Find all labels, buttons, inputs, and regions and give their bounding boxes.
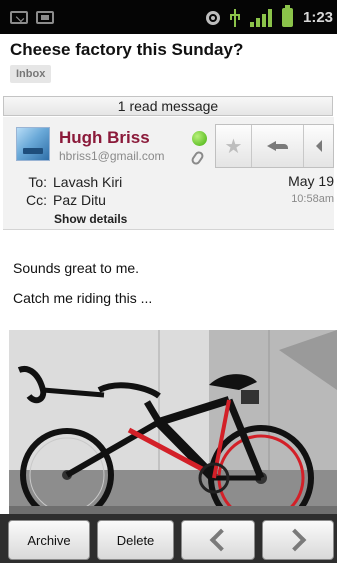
next-conversation-button[interactable]: [262, 520, 334, 560]
recipients: To: Lavash Kiri Cc: Paz Ditu: [16, 173, 122, 209]
cc-row: Cc: Paz Ditu: [16, 191, 122, 209]
usb-icon: [230, 8, 240, 27]
more-actions-button[interactable]: [304, 125, 333, 167]
sender-name: Hugh Briss: [59, 128, 150, 147]
cc-recipient: Paz Ditu: [53, 192, 106, 208]
sender-email: hbriss1@gmail.com: [59, 149, 165, 163]
label-chip-inbox[interactable]: Inbox: [10, 65, 52, 83]
bicycle-photo[interactable]: [9, 330, 337, 518]
reply-button[interactable]: [252, 125, 304, 167]
status-bar: 1:23: [0, 0, 337, 34]
conversation-subject: Cheese factory this Sunday?: [10, 40, 244, 59]
gps-icon: [206, 10, 220, 25]
star-button[interactable]: ★: [216, 125, 252, 167]
read-messages-bar[interactable]: 1 read message: [3, 96, 333, 116]
triangle-left-icon: [315, 140, 322, 152]
battery-icon: [282, 5, 293, 27]
delete-button[interactable]: Delete: [97, 520, 174, 560]
sender-avatar[interactable]: [16, 127, 50, 161]
conversation-header: Cheese factory this Sunday? Inbox: [0, 34, 337, 94]
message-time: 10:58am: [291, 193, 334, 205]
message-date: May 19: [288, 173, 334, 189]
gmail-notification-icon[interactable]: [10, 11, 28, 24]
bicycle-image: [9, 330, 337, 518]
body-line: Sounds great to me.: [13, 260, 140, 276]
to-label: To:: [28, 174, 47, 190]
reply-icon: [266, 139, 289, 153]
star-icon: ★: [224, 134, 243, 158]
message-body: Sounds great to me. Catch me riding this…: [13, 260, 152, 320]
signal-icon: [250, 8, 272, 27]
status-clock: 1:23: [303, 9, 334, 26]
picture-notification-icon[interactable]: [36, 11, 54, 24]
archive-button[interactable]: Archive: [8, 520, 90, 560]
body-line: Catch me riding this ...: [13, 290, 153, 306]
presence-indicator-icon: [192, 131, 207, 146]
message-header: Hugh Briss hbriss1@gmail.com ★ To: Lavas…: [3, 117, 334, 230]
bottom-action-bar: Archive Delete: [0, 514, 337, 563]
previous-conversation-button[interactable]: [181, 520, 255, 560]
message-actions: ★: [215, 124, 334, 168]
cc-label: Cc:: [26, 192, 47, 208]
chevron-left-icon: [209, 528, 233, 552]
status-icons: 1:23: [206, 5, 337, 27]
notification-icons: [10, 11, 54, 24]
attachment-paperclip-icon: [189, 149, 206, 167]
chevron-right-icon: [283, 528, 307, 552]
to-row: To: Lavash Kiri: [16, 173, 122, 191]
to-recipient: Lavash Kiri: [53, 174, 123, 190]
show-details-link[interactable]: Show details: [54, 212, 127, 226]
